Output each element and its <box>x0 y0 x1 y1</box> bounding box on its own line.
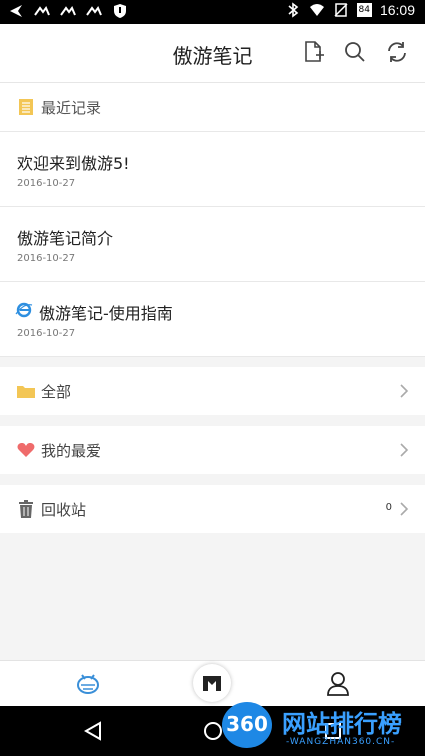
favorites-row[interactable]: 我的最爱 <box>0 426 425 474</box>
signal-ca-icon <box>60 6 76 16</box>
status-time: 16:09 <box>379 2 415 18</box>
navigation-icon <box>10 5 22 17</box>
back-icon[interactable] <box>82 720 104 742</box>
new-note-icon[interactable] <box>300 39 326 65</box>
status-bar: 84 16:09 <box>0 0 425 24</box>
watermark-badge: 360 <box>222 702 272 748</box>
battery-icon: 84 <box>356 3 372 17</box>
wifi-icon <box>309 4 324 16</box>
bluetooth-icon <box>287 2 298 18</box>
note-date: 2016-10-27 <box>17 253 76 264</box>
heart-icon <box>17 443 35 457</box>
ie-icon <box>15 302 33 318</box>
chevron-right-icon <box>400 384 409 398</box>
signal-ca-icon <box>86 6 102 16</box>
notebook-icon <box>19 99 33 115</box>
note-title: 欢迎来到傲游5! <box>17 154 130 173</box>
shield-icon <box>114 4 126 18</box>
trash-icon <box>19 500 33 518</box>
note-item[interactable]: 傲游笔记-使用指南 2016-10-27 <box>0 282 425 357</box>
search-icon[interactable] <box>342 39 368 65</box>
watermark-subtitle: -WANGZHAN360.CN- <box>286 737 396 747</box>
recent-label: 最近记录 <box>41 99 102 117</box>
app-bar: 傲游笔记 <box>0 24 425 83</box>
sync-icon[interactable] <box>384 39 410 65</box>
folder-all-row[interactable]: 全部 <box>0 367 425 415</box>
chevron-right-icon <box>400 443 409 457</box>
home-icon[interactable] <box>202 720 224 742</box>
folder-all-label: 全部 <box>41 383 72 401</box>
note-item[interactable]: 欢迎来到傲游5! 2016-10-27 <box>0 132 425 207</box>
recent-header: 最近记录 <box>0 83 425 132</box>
note-date: 2016-10-27 <box>17 328 76 339</box>
trash-count: 0 <box>385 502 392 513</box>
note-item[interactable]: 傲游笔记简介 2016-10-27 <box>0 207 425 282</box>
trash-label: 回收站 <box>41 501 87 519</box>
note-date: 2016-10-27 <box>17 178 76 189</box>
no-sim-icon <box>333 3 348 17</box>
chevron-right-icon <box>400 502 409 516</box>
tab-notes-icon[interactable] <box>74 671 102 697</box>
note-title: 傲游笔记-使用指南 <box>39 304 173 323</box>
tab-profile-icon[interactable] <box>326 671 350 697</box>
watermark-title: 网站排行榜 <box>282 710 402 738</box>
favorites-label: 我的最爱 <box>41 442 102 460</box>
signal-ca-icon <box>34 6 50 16</box>
trash-row[interactable]: 回收站 0 <box>0 485 425 533</box>
maxthon-center-button[interactable] <box>193 664 231 702</box>
note-title: 傲游笔记简介 <box>17 229 114 248</box>
maxthon-logo-icon <box>203 676 221 691</box>
folder-icon <box>17 386 35 398</box>
